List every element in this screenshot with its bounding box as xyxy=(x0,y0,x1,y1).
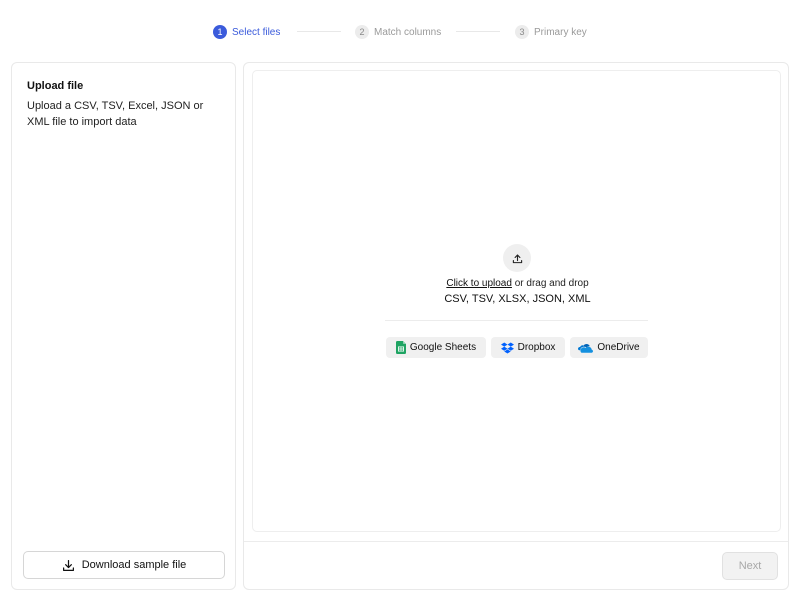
step-connector xyxy=(456,31,500,32)
step-label: Match columns xyxy=(374,26,442,38)
step-select-files[interactable]: 1 Select files xyxy=(213,24,280,40)
dropbox-button[interactable]: Dropbox xyxy=(491,337,565,358)
step-match-columns[interactable]: 2 Match columns xyxy=(355,24,441,40)
step-label: Primary key xyxy=(534,26,587,38)
download-sample-label: Download sample file xyxy=(81,559,187,571)
dropbox-icon xyxy=(500,342,518,354)
google-sheets-button[interactable]: Google Sheets xyxy=(386,337,486,358)
upload-button[interactable] xyxy=(503,244,531,272)
step-connector xyxy=(297,31,341,32)
step-number: 1 xyxy=(213,25,227,39)
download-sample-button[interactable]: Download sample file xyxy=(23,551,225,579)
dropbox-label: Dropbox xyxy=(517,342,556,353)
upload-icon xyxy=(512,253,523,264)
step-label: Select files xyxy=(232,26,281,38)
drag-drop-text: or drag and drop xyxy=(511,278,589,289)
panel-description: Upload a CSV, TSV, Excel, JSON or XML fi… xyxy=(27,100,204,128)
footer-divider xyxy=(244,541,788,542)
download-icon xyxy=(62,559,82,572)
stepper: 1 Select files 2 Match columns 3 Primary… xyxy=(0,24,799,40)
supported-formats: CSV, TSV, XLSX, JSON, XML xyxy=(444,293,591,305)
step-number: 2 xyxy=(355,25,369,39)
panel-title: Upload file xyxy=(27,80,84,92)
google-sheets-icon xyxy=(395,341,410,354)
google-sheets-label: Google Sheets xyxy=(409,342,477,353)
upload-main-panel: Click to upload or drag and drop CSV, TS… xyxy=(243,62,789,590)
step-primary-key[interactable]: 3 Primary key xyxy=(515,24,587,40)
file-dropzone[interactable]: Click to upload or drag and drop CSV, TS… xyxy=(252,70,781,532)
divider xyxy=(385,320,648,321)
onedrive-icon xyxy=(578,343,597,353)
onedrive-button[interactable]: OneDrive xyxy=(570,337,648,358)
next-button[interactable]: Next xyxy=(722,552,778,580)
upload-instructions: Click to upload or drag and drop xyxy=(253,278,782,289)
step-number: 3 xyxy=(515,25,529,39)
onedrive-label: OneDrive xyxy=(597,342,640,353)
click-to-upload-link[interactable]: Click to upload xyxy=(446,278,512,289)
upload-info-panel: Upload file Upload a CSV, TSV, Excel, JS… xyxy=(11,62,236,590)
